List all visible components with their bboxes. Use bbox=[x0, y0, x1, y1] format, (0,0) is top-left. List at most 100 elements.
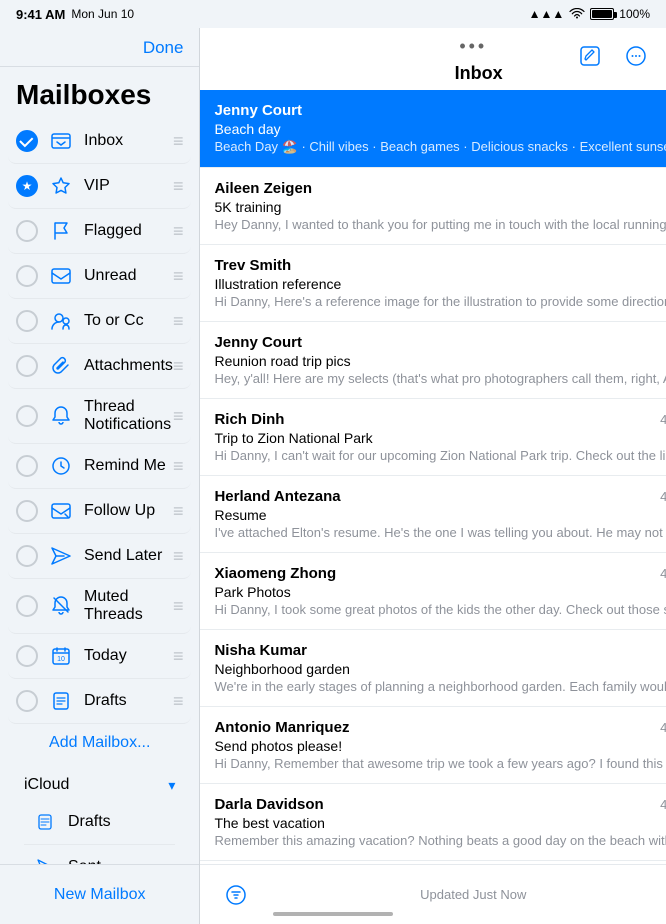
mailbox-label-today: Today bbox=[84, 647, 173, 665]
mailbox-checkbox-inbox bbox=[16, 130, 38, 152]
email-date-5: 4/28/24 bbox=[660, 412, 666, 427]
battery-percent: 100% bbox=[619, 7, 650, 21]
add-mailbox-button[interactable]: Add Mailbox... bbox=[8, 724, 191, 762]
mailbox-item-flagged[interactable]: Flagged bbox=[8, 209, 191, 254]
mailbox-checkbox-unread bbox=[16, 265, 38, 287]
email-item-9[interactable]: Antonio Manriquez 4/22/24 📎 › Send photo… bbox=[200, 707, 666, 784]
main-container: Done Mailboxes Inbox VIP bbox=[0, 28, 666, 924]
mailbox-checkbox-thread-notifications bbox=[16, 405, 38, 427]
mailbox-item-unread[interactable]: Unread bbox=[8, 254, 191, 299]
left-header: Done bbox=[0, 28, 199, 67]
email-item-5[interactable]: Rich Dinh 4/28/24 📎 › Trip to Zion Natio… bbox=[200, 399, 666, 476]
mailbox-icon-muted-threads bbox=[48, 593, 74, 619]
email-subject-2: 5K training bbox=[214, 199, 666, 215]
email-sender-3: Trev Smith bbox=[214, 257, 666, 274]
icloud-item-sent[interactable]: Sent bbox=[24, 845, 175, 864]
icloud-items: Drafts Sent Junk bbox=[24, 800, 175, 864]
mailbox-icon-vip bbox=[48, 173, 74, 199]
mailbox-item-remind-me[interactable]: Remind Me bbox=[8, 444, 191, 489]
mailbox-item-thread-notifications[interactable]: Thread Notifications bbox=[8, 389, 191, 444]
email-subject-10: The best vacation bbox=[214, 815, 666, 831]
reorder-today bbox=[173, 646, 184, 667]
filter-icon[interactable] bbox=[216, 875, 256, 915]
reorder-to-or-cc bbox=[173, 311, 184, 332]
three-dots-icon: ••• bbox=[459, 36, 487, 57]
mailbox-label-inbox: Inbox bbox=[84, 132, 173, 150]
email-item-6[interactable]: Herland Antezana 4/28/24 📎 › Resume I've… bbox=[200, 476, 666, 553]
email-item-7[interactable]: Xiaomeng Zhong 4/27/24 📎 › Park Photos H… bbox=[200, 553, 666, 630]
mailbox-label-follow-up: Follow Up bbox=[84, 502, 173, 520]
email-item-8[interactable]: Nisha Kumar 4/27/24 › Neighborhood garde… bbox=[200, 630, 666, 707]
icloud-header[interactable]: iCloud ▾ bbox=[24, 770, 175, 800]
email-preview-6: I've attached Elton's resume. He's the o… bbox=[214, 525, 666, 540]
mailbox-label-unread: Unread bbox=[84, 267, 173, 285]
email-item-10[interactable]: Darla Davidson 4/17/24 📎 › The best vaca… bbox=[200, 784, 666, 861]
mailbox-label-muted-threads: Muted Threads bbox=[84, 588, 173, 624]
mailbox-icon-drafts bbox=[48, 688, 74, 714]
email-item-4[interactable]: Jenny Court 5/2/24 📎 › Reunion road trip… bbox=[200, 322, 666, 399]
new-mailbox-button[interactable]: New Mailbox bbox=[54, 886, 146, 904]
email-sender-10: Darla Davidson bbox=[214, 796, 660, 813]
icloud-item-drafts[interactable]: Drafts bbox=[24, 800, 175, 845]
mailbox-item-muted-threads[interactable]: Muted Threads bbox=[8, 579, 191, 634]
mailbox-item-today[interactable]: 10 Today bbox=[8, 634, 191, 679]
mailboxes-title: Mailboxes bbox=[0, 67, 199, 119]
mailbox-icon-remind-me bbox=[48, 453, 74, 479]
status-date: Mon Jun 10 bbox=[71, 7, 134, 21]
email-preview-10: Remember this amazing vacation? Nothing … bbox=[214, 833, 666, 848]
email-subject-8: Neighborhood garden bbox=[214, 661, 666, 677]
mailbox-item-attachments[interactable]: Attachments bbox=[8, 344, 191, 389]
email-item-1[interactable]: Jenny Court 5/5/24 📎 › Beach day Beach D… bbox=[200, 90, 666, 168]
email-sender-9: Antonio Manriquez bbox=[214, 719, 660, 736]
mailbox-item-follow-up[interactable]: Follow Up bbox=[8, 489, 191, 534]
right-bottom-bar: Updated Just Now bbox=[200, 864, 666, 924]
mailbox-label-drafts: Drafts bbox=[84, 692, 173, 710]
top-right-icons bbox=[560, 28, 666, 84]
mailbox-icon-send-later bbox=[48, 543, 74, 569]
email-preview-3: Hi Danny, Here's a reference image for t… bbox=[214, 294, 666, 309]
mailbox-icon-to-or-cc bbox=[48, 308, 74, 334]
mailbox-item-drafts[interactable]: Drafts bbox=[8, 679, 191, 724]
left-panel: Done Mailboxes Inbox VIP bbox=[0, 28, 200, 924]
email-subject-5: Trip to Zion National Park bbox=[214, 430, 666, 446]
mailbox-item-to-or-cc[interactable]: To or Cc bbox=[8, 299, 191, 344]
email-subject-7: Park Photos bbox=[214, 584, 666, 600]
mailbox-item-send-later[interactable]: Send Later bbox=[8, 534, 191, 579]
mailbox-checkbox-send-later bbox=[16, 545, 38, 567]
reorder-drafts bbox=[173, 691, 184, 712]
left-bottom-bar: New Mailbox bbox=[0, 864, 199, 924]
email-item-2[interactable]: Aileen Zeigen 5/4/24 📎 › 5K training Hey… bbox=[200, 168, 666, 245]
email-preview-7: Hi Danny, I took some great photos of th… bbox=[214, 602, 666, 617]
icloud-sent-icon bbox=[32, 854, 58, 864]
mailbox-icon-inbox bbox=[48, 128, 74, 154]
email-sender-2: Aileen Zeigen bbox=[214, 180, 666, 197]
email-sender-4: Jenny Court bbox=[214, 334, 666, 351]
right-panel: ••• Inbox Edit Jenny Court 5/5/24 📎 › B bbox=[200, 28, 666, 924]
mailbox-checkbox-vip bbox=[16, 175, 38, 197]
email-subject-3: Illustration reference bbox=[214, 276, 666, 292]
mailbox-icon-follow-up bbox=[48, 498, 74, 524]
mailbox-label-vip: VIP bbox=[84, 177, 173, 195]
mailbox-label-attachments: Attachments bbox=[84, 357, 173, 375]
mailbox-checkbox-flagged bbox=[16, 220, 38, 242]
compose-button[interactable] bbox=[572, 38, 608, 74]
mailbox-icon-flagged bbox=[48, 218, 74, 244]
status-right: ▲▲▲ 100% bbox=[529, 7, 650, 21]
mailbox-item-inbox[interactable]: Inbox bbox=[8, 119, 191, 164]
done-button[interactable]: Done bbox=[143, 38, 184, 58]
email-subject-1: Beach day bbox=[214, 121, 666, 137]
email-preview-9: Hi Danny, Remember that awesome trip we … bbox=[214, 756, 666, 771]
email-preview-8: We're in the early stages of planning a … bbox=[214, 679, 666, 694]
reorder-flagged bbox=[173, 221, 184, 242]
mailbox-checkbox-remind-me bbox=[16, 455, 38, 477]
email-sender-1: Jenny Court bbox=[214, 102, 666, 119]
email-sender-7: Xiaomeng Zhong bbox=[214, 565, 660, 582]
reorder-send-later bbox=[173, 546, 184, 567]
updated-status: Updated Just Now bbox=[256, 887, 666, 902]
more-options-button[interactable] bbox=[618, 38, 654, 74]
reorder-unread bbox=[173, 266, 184, 287]
email-sender-8: Nisha Kumar bbox=[214, 642, 666, 659]
email-item-3[interactable]: Trev Smith 5/3/24 📎 › Illustration refer… bbox=[200, 245, 666, 322]
reorder-follow-up bbox=[173, 501, 184, 522]
mailbox-item-vip[interactable]: VIP bbox=[8, 164, 191, 209]
